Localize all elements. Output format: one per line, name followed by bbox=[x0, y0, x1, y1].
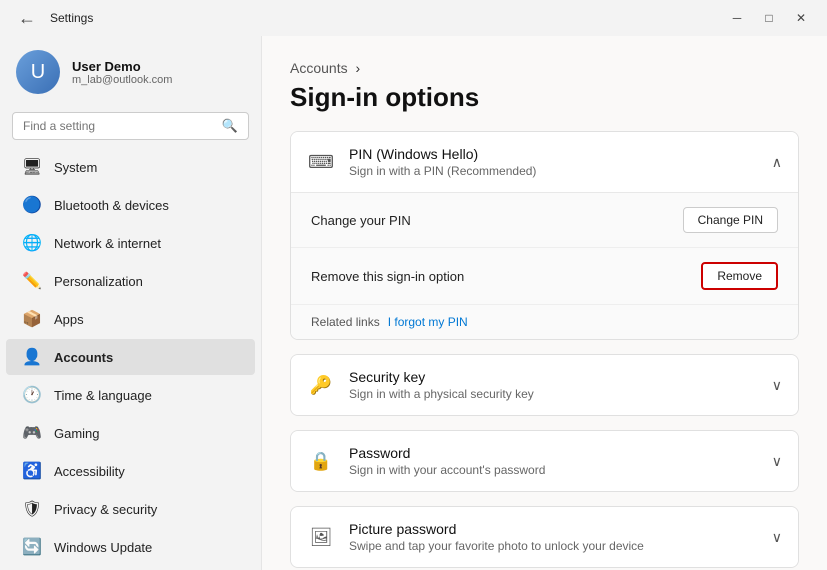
time-icon: 🕐 bbox=[22, 385, 42, 405]
security-key-title: Security key bbox=[349, 369, 534, 385]
privacy-icon: 🛡 bbox=[22, 499, 42, 519]
sidebar-item-label: Accounts bbox=[54, 350, 113, 365]
picture-password-subtitle: Swipe and tap your favorite photo to unl… bbox=[349, 539, 644, 553]
security-key-header[interactable]: 🔑 Security key Sign in with a physical s… bbox=[291, 355, 798, 415]
related-links-label: Related links bbox=[311, 315, 380, 329]
sidebar-item-bluetooth[interactable]: 🔵 Bluetooth & devices bbox=[6, 187, 255, 223]
sidebar-item-label: Network & internet bbox=[54, 236, 161, 251]
pin-title: PIN (Windows Hello) bbox=[349, 146, 536, 162]
title-bar-title: Settings bbox=[50, 11, 93, 25]
picture-password-icon: 🖼 bbox=[307, 523, 335, 551]
pin-icon: ⌨ bbox=[307, 148, 335, 176]
remove-pin-row: Remove this sign-in option Remove bbox=[291, 248, 798, 305]
sidebar-item-update[interactable]: 🔄 Windows Update bbox=[6, 529, 255, 565]
update-icon: 🔄 bbox=[22, 537, 42, 557]
main-content: Accounts › Sign-in options ⌨ PIN (Window… bbox=[262, 36, 827, 570]
sidebar-item-label: Privacy & security bbox=[54, 502, 157, 517]
pin-header-text: PIN (Windows Hello) Sign in with a PIN (… bbox=[349, 146, 536, 178]
password-header[interactable]: 🔒 Password Sign in with your account's p… bbox=[291, 431, 798, 491]
title-bar-controls: ─ □ ✕ bbox=[723, 8, 815, 28]
password-panel: 🔒 Password Sign in with your account's p… bbox=[290, 430, 799, 492]
change-pin-label: Change your PIN bbox=[311, 213, 411, 228]
user-name: User Demo bbox=[72, 59, 172, 74]
sidebar-item-label: Accessibility bbox=[54, 464, 125, 479]
password-icon: 🔒 bbox=[307, 447, 335, 475]
security-key-icon: 🔑 bbox=[307, 371, 335, 399]
password-subtitle: Sign in with your account's password bbox=[349, 463, 545, 477]
pin-section-header[interactable]: ⌨ PIN (Windows Hello) Sign in with a PIN… bbox=[291, 132, 798, 192]
change-pin-button[interactable]: Change PIN bbox=[683, 207, 778, 233]
sidebar-item-accounts[interactable]: 👤 Accounts bbox=[6, 339, 255, 375]
minimize-button[interactable]: ─ bbox=[723, 8, 751, 28]
accessibility-icon: ♿ bbox=[22, 461, 42, 481]
security-key-panel: 🔑 Security key Sign in with a physical s… bbox=[290, 354, 799, 416]
back-button[interactable]: ← bbox=[12, 6, 42, 31]
sidebar-item-system[interactable]: 🖥 System bbox=[6, 149, 255, 185]
search-box[interactable]: 🔍 bbox=[12, 112, 249, 140]
pin-chevron-icon: ∧ bbox=[772, 154, 782, 171]
sidebar-item-label: System bbox=[54, 160, 97, 175]
search-icon: 🔍 bbox=[222, 118, 238, 134]
security-key-header-left: 🔑 Security key Sign in with a physical s… bbox=[307, 369, 534, 401]
pin-subtitle: Sign in with a PIN (Recommended) bbox=[349, 164, 536, 178]
breadcrumb: Accounts › bbox=[290, 60, 799, 76]
sidebar-item-gaming[interactable]: 🎮 Gaming bbox=[6, 415, 255, 451]
security-key-chevron-icon: ∨ bbox=[772, 377, 782, 394]
sidebar-item-label: Personalization bbox=[54, 274, 143, 289]
sidebar-item-label: Time & language bbox=[54, 388, 152, 403]
picture-password-title: Picture password bbox=[349, 521, 644, 537]
forgot-pin-link[interactable]: I forgot my PIN bbox=[388, 315, 468, 329]
password-header-left: 🔒 Password Sign in with your account's p… bbox=[307, 445, 545, 477]
change-pin-row: Change your PIN Change PIN bbox=[291, 193, 798, 248]
system-icon: 🖥 bbox=[22, 157, 42, 177]
close-button[interactable]: ✕ bbox=[787, 8, 815, 28]
title-bar-left: ← Settings bbox=[12, 6, 93, 31]
gaming-icon: 🎮 bbox=[22, 423, 42, 443]
picture-password-panel: 🖼 Picture password Swipe and tap your fa… bbox=[290, 506, 799, 568]
maximize-button[interactable]: □ bbox=[755, 8, 783, 28]
security-key-subtitle: Sign in with a physical security key bbox=[349, 387, 534, 401]
sidebar-item-label: Gaming bbox=[54, 426, 100, 441]
sidebar-item-label: Windows Update bbox=[54, 540, 152, 555]
network-icon: 🌐 bbox=[22, 233, 42, 253]
password-text: Password Sign in with your account's pas… bbox=[349, 445, 545, 477]
breadcrumb-separator: › bbox=[355, 60, 360, 76]
sidebar-item-accessibility[interactable]: ♿ Accessibility bbox=[6, 453, 255, 489]
picture-password-header[interactable]: 🖼 Picture password Swipe and tap your fa… bbox=[291, 507, 798, 567]
pin-header-left: ⌨ PIN (Windows Hello) Sign in with a PIN… bbox=[307, 146, 536, 178]
user-info: User Demo m_lab@outlook.com bbox=[72, 59, 172, 86]
pin-panel: ⌨ PIN (Windows Hello) Sign in with a PIN… bbox=[290, 131, 799, 340]
password-chevron-icon: ∨ bbox=[772, 453, 782, 470]
sidebar-item-privacy[interactable]: 🛡 Privacy & security bbox=[6, 491, 255, 527]
remove-signin-label: Remove this sign-in option bbox=[311, 269, 464, 284]
sidebar: U User Demo m_lab@outlook.com 🔍 🖥 System… bbox=[0, 36, 262, 570]
sidebar-item-label: Apps bbox=[54, 312, 84, 327]
password-title: Password bbox=[349, 445, 545, 461]
user-email: m_lab@outlook.com bbox=[72, 74, 172, 86]
pin-expanded: Change your PIN Change PIN Remove this s… bbox=[291, 192, 798, 339]
title-bar: ← Settings ─ □ ✕ bbox=[0, 0, 827, 36]
apps-icon: 📦 bbox=[22, 309, 42, 329]
picture-password-text: Picture password Swipe and tap your favo… bbox=[349, 521, 644, 553]
accounts-icon: 👤 bbox=[22, 347, 42, 367]
search-input[interactable] bbox=[23, 119, 216, 133]
app-body: U User Demo m_lab@outlook.com 🔍 🖥 System… bbox=[0, 36, 827, 570]
picture-password-chevron-icon: ∨ bbox=[772, 529, 782, 546]
related-links: Related links I forgot my PIN bbox=[291, 305, 798, 339]
personalization-icon: ✏️ bbox=[22, 271, 42, 291]
bluetooth-icon: 🔵 bbox=[22, 195, 42, 215]
sidebar-item-personalization[interactable]: ✏️ Personalization bbox=[6, 263, 255, 299]
remove-button[interactable]: Remove bbox=[701, 262, 778, 290]
sidebar-item-apps[interactable]: 📦 Apps bbox=[6, 301, 255, 337]
picture-password-header-left: 🖼 Picture password Swipe and tap your fa… bbox=[307, 521, 644, 553]
sidebar-item-label: Bluetooth & devices bbox=[54, 198, 169, 213]
sidebar-item-time[interactable]: 🕐 Time & language bbox=[6, 377, 255, 413]
user-section: U User Demo m_lab@outlook.com bbox=[0, 36, 261, 108]
page-title: Sign-in options bbox=[290, 82, 799, 113]
security-key-text: Security key Sign in with a physical sec… bbox=[349, 369, 534, 401]
breadcrumb-accounts: Accounts bbox=[290, 60, 348, 76]
avatar: U bbox=[16, 50, 60, 94]
sidebar-item-network[interactable]: 🌐 Network & internet bbox=[6, 225, 255, 261]
